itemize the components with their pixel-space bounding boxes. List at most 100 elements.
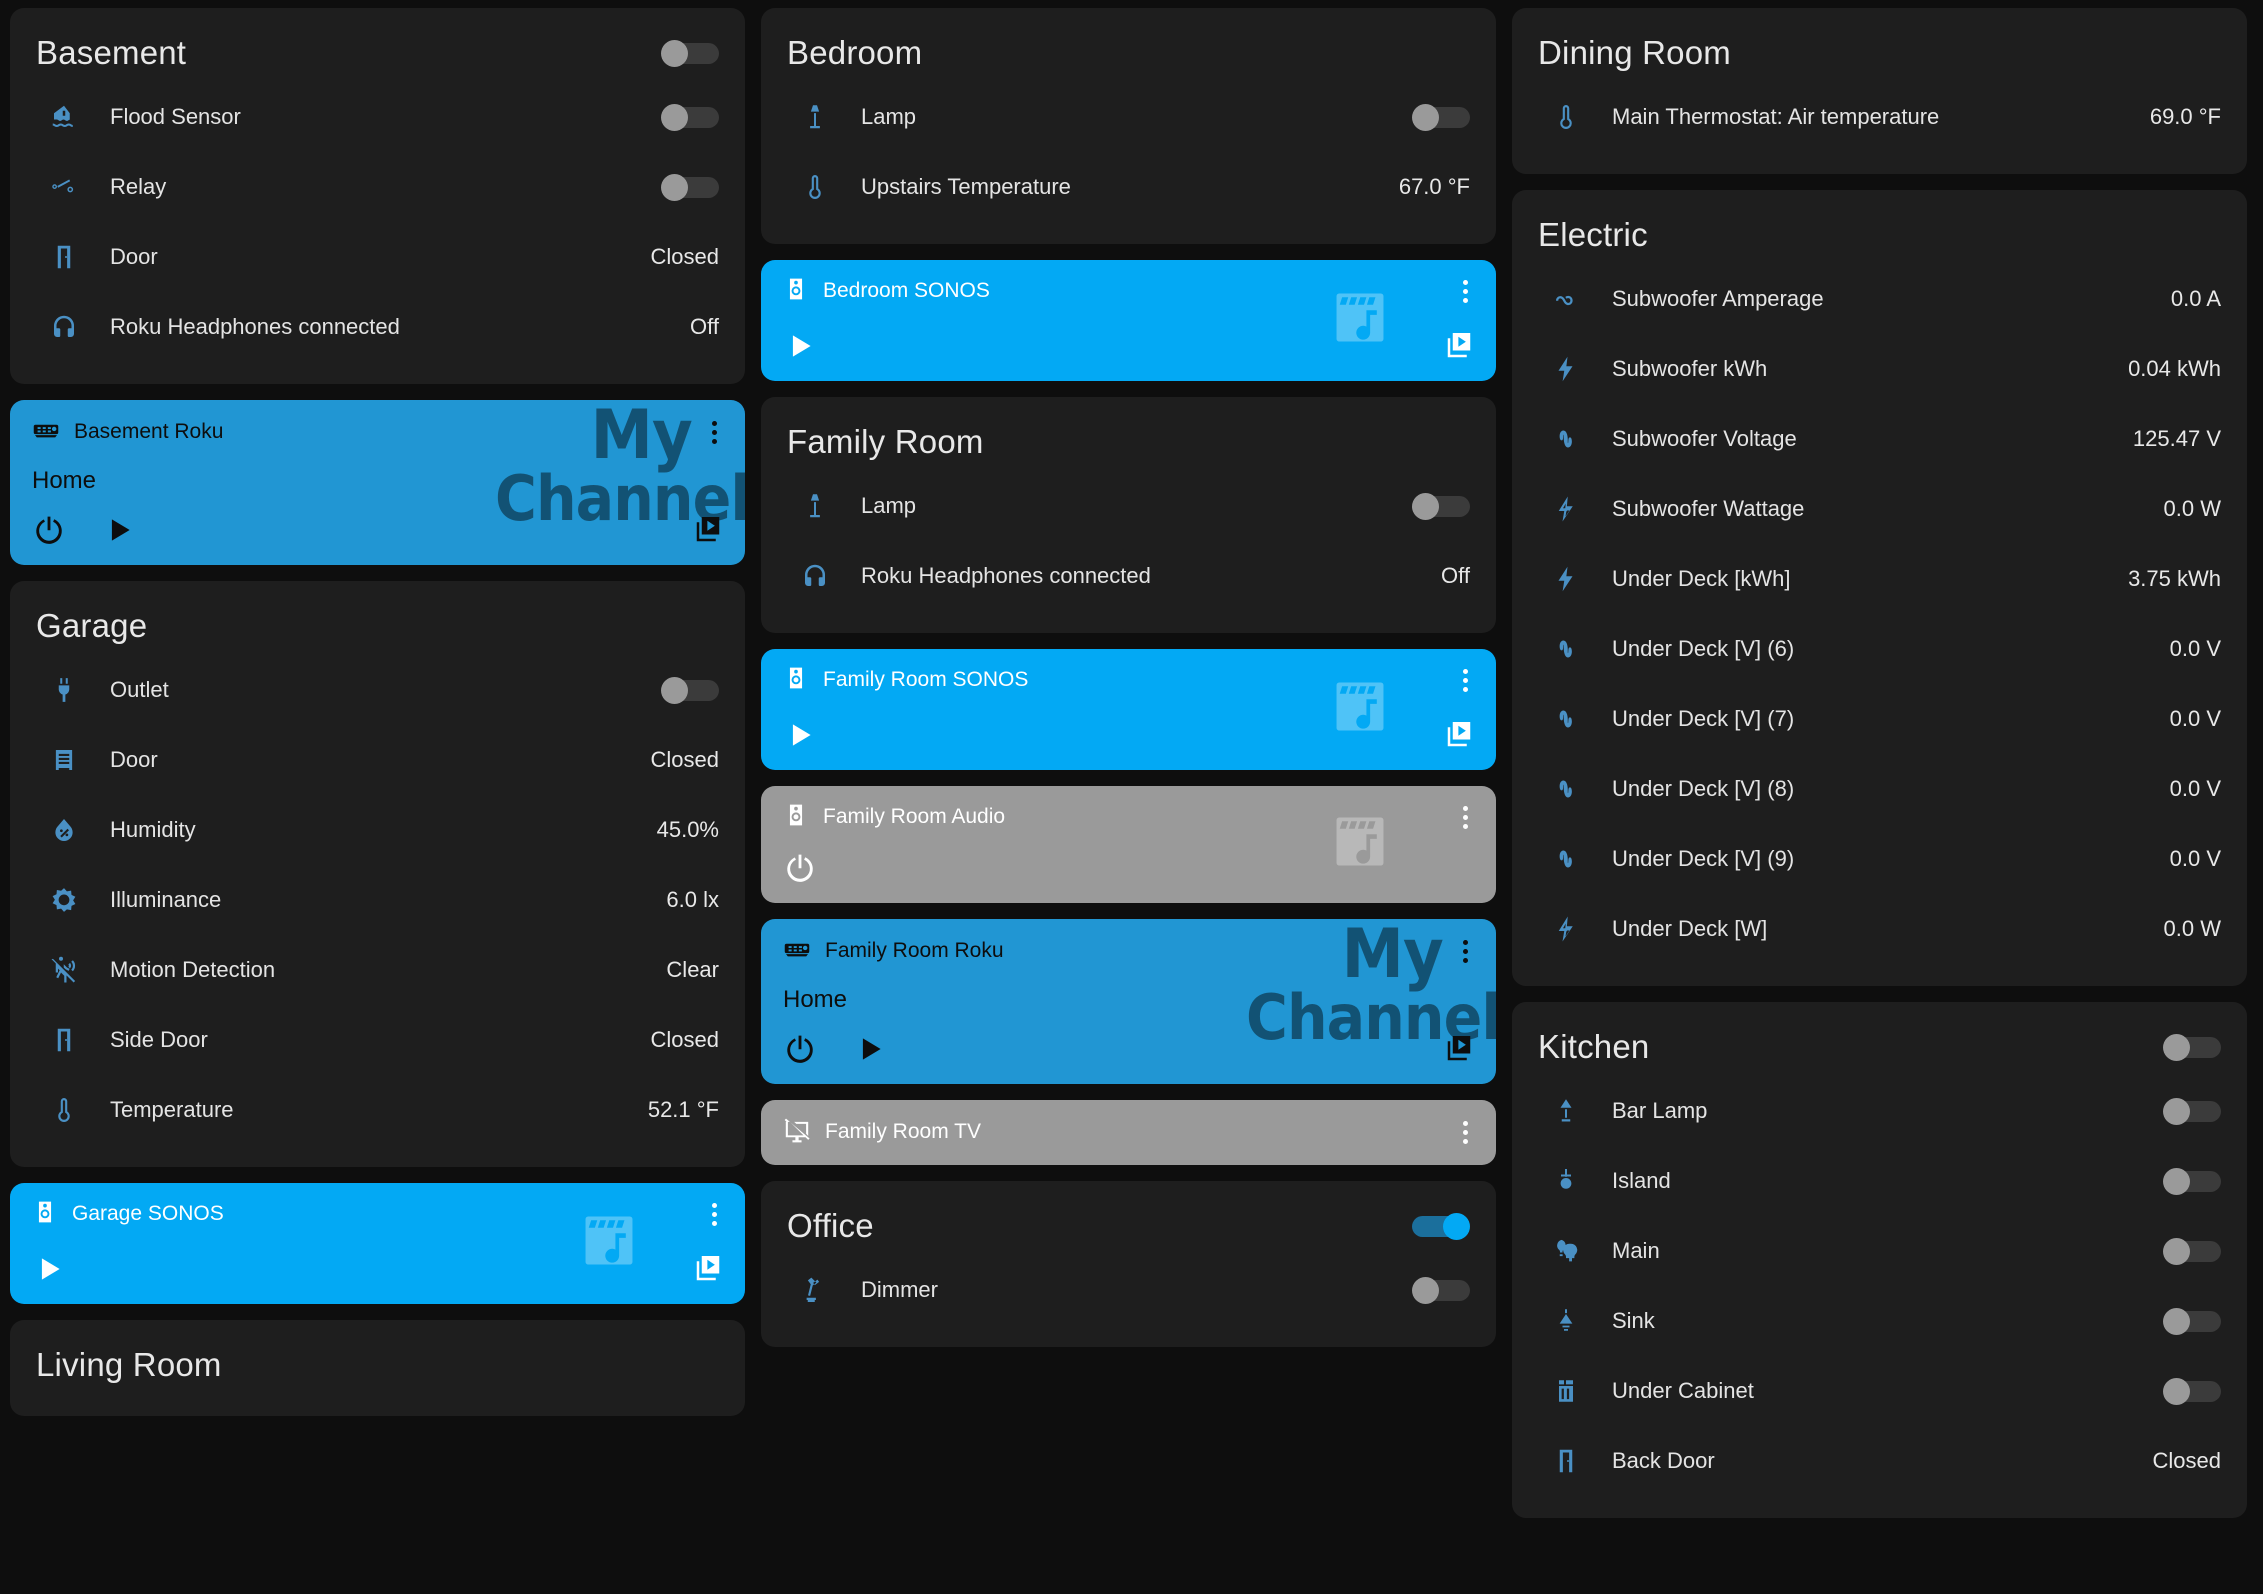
row-value: 0.04 kWh: [2128, 355, 2221, 381]
row-icon-slot: [1538, 844, 1594, 874]
row-toggle[interactable]: [2163, 1377, 2221, 1405]
entity-row[interactable]: Under Cabinet: [1538, 1356, 2221, 1426]
card-header-toggle[interactable]: [661, 39, 719, 67]
entity-row[interactable]: Motion Detection Clear: [36, 935, 719, 1005]
entity-row[interactable]: Under Deck [W] 0.0 W: [1538, 894, 2221, 964]
play-button[interactable]: [783, 718, 817, 752]
entity-row[interactable]: Back Door Closed: [1538, 1426, 2221, 1496]
entity-row[interactable]: Flood Sensor: [36, 82, 719, 152]
entity-row[interactable]: Sink: [1538, 1286, 2221, 1356]
browse-media-icon[interactable]: [1444, 1033, 1474, 1068]
entity-row[interactable]: Lamp: [787, 471, 1470, 541]
table-lamp-icon: [1551, 1096, 1581, 1126]
row-toggle[interactable]: [661, 173, 719, 201]
entity-row[interactable]: Under Deck [V] (7) 0.0 V: [1538, 684, 2221, 754]
play-button[interactable]: [102, 513, 136, 547]
media-player-card[interactable]: Garage SONOS: [10, 1182, 745, 1304]
more-options-icon[interactable]: [1457, 936, 1474, 967]
entity-row[interactable]: Subwoofer kWh 0.04 kWh: [1538, 334, 2221, 404]
entity-row[interactable]: Humidity 45.0%: [36, 795, 719, 865]
entity-row[interactable]: Subwoofer Voltage 125.47 V: [1538, 404, 2221, 474]
entity-row[interactable]: Bar Lamp: [1538, 1076, 2221, 1146]
sine-wave-icon: [1551, 774, 1581, 804]
row-label: Illuminance: [110, 886, 222, 912]
entity-row[interactable]: Main Thermostat: Air temperature 69.0 °F: [1538, 82, 2221, 152]
media-title: Family Room Roku: [825, 939, 1004, 963]
power-button[interactable]: [32, 513, 66, 547]
more-options-icon[interactable]: [706, 1199, 723, 1230]
media-player-card[interactable]: Bedroom SONOS: [761, 259, 1496, 381]
media-header: Family Room Audio: [783, 802, 1474, 833]
entity-row[interactable]: Under Deck [V] (8) 0.0 V: [1538, 754, 2221, 824]
row-label: Dimmer: [861, 1276, 938, 1302]
media-controls: [783, 718, 1474, 752]
row-value: 6.0 lx: [666, 886, 719, 912]
play-button[interactable]: [32, 1252, 66, 1286]
desk-lamp-icon: [800, 1275, 830, 1305]
more-options-icon[interactable]: [1457, 1117, 1474, 1148]
browse-media-icon[interactable]: [693, 514, 723, 549]
row-toggle[interactable]: [1412, 103, 1470, 131]
relay-switch-icon: [49, 172, 79, 202]
card-title: Office: [787, 1206, 874, 1244]
entity-row[interactable]: Subwoofer Wattage 0.0 W: [1538, 474, 2221, 544]
more-options-icon[interactable]: [1457, 802, 1474, 833]
row-toggle[interactable]: [1412, 1276, 1470, 1304]
card-header-toggle[interactable]: [2163, 1033, 2221, 1061]
entity-row[interactable]: Under Deck [kWh] 3.75 kWh: [1538, 544, 2221, 614]
entity-row[interactable]: Subwoofer Amperage 0.0 A: [1538, 264, 2221, 334]
pendant-light-icon: [1551, 1166, 1581, 1196]
row-toggle[interactable]: [661, 676, 719, 704]
entity-row[interactable]: Temperature 52.1 °F: [36, 1075, 719, 1145]
row-toggle[interactable]: [2163, 1237, 2221, 1265]
play-button[interactable]: [783, 329, 817, 363]
media-player-card[interactable]: My Channel Family Room Roku Home: [761, 918, 1496, 1084]
play-button[interactable]: [853, 1032, 887, 1066]
row-toggle[interactable]: [1412, 492, 1470, 520]
power-button[interactable]: [783, 1032, 817, 1066]
dashboard-board: Basement Flood Sensor Relay Door Closed Roku …: [0, 0, 2263, 1594]
more-options-icon[interactable]: [1457, 665, 1474, 696]
entity-row[interactable]: Under Deck [V] (6) 0.0 V: [1538, 614, 2221, 684]
row-toggle[interactable]: [661, 103, 719, 131]
card-title: Garage: [36, 606, 148, 644]
card-title: Electric: [1538, 215, 1648, 253]
media-player-card[interactable]: My Channel Basement Roku Home: [10, 399, 745, 565]
entity-row[interactable]: Main: [1538, 1216, 2221, 1286]
more-options-icon[interactable]: [1457, 276, 1474, 307]
row-label: Roku Headphones connected: [861, 562, 1151, 588]
row-icon-slot: [787, 102, 843, 132]
browse-media-icon[interactable]: [693, 1253, 723, 1288]
entity-row[interactable]: Illuminance 6.0 lx: [36, 865, 719, 935]
entity-row[interactable]: Outlet: [36, 655, 719, 725]
browse-media-icon[interactable]: [1444, 719, 1474, 754]
card-header-toggle[interactable]: [1412, 1212, 1470, 1240]
row-toggle[interactable]: [2163, 1167, 2221, 1195]
entity-row[interactable]: Relay: [36, 152, 719, 222]
entity-row[interactable]: Lamp: [787, 82, 1470, 152]
entity-row[interactable]: Side Door Closed: [36, 1005, 719, 1075]
entity-row[interactable]: Dimmer: [787, 1255, 1470, 1325]
row-toggle[interactable]: [2163, 1097, 2221, 1125]
browse-media-icon[interactable]: [1444, 330, 1474, 365]
entity-row[interactable]: Door Closed: [36, 725, 719, 795]
entity-row[interactable]: Roku Headphones connected Off: [36, 292, 719, 362]
media-player-card[interactable]: Family Room SONOS: [761, 648, 1496, 770]
entity-row[interactable]: Door Closed: [36, 222, 719, 292]
media-player-card[interactable]: Family Room TV: [761, 1099, 1496, 1165]
row-icon-slot: [36, 102, 92, 132]
row-toggle[interactable]: [2163, 1307, 2221, 1335]
card-title: Living Room: [36, 1345, 222, 1383]
row-value: 69.0 °F: [2149, 103, 2221, 129]
sine-wave-icon: [1551, 704, 1581, 734]
card-header: Bedroom: [787, 26, 1470, 82]
row-label: Subwoofer Amperage: [1612, 285, 1824, 311]
entity-row[interactable]: Upstairs Temperature 67.0 °F: [787, 152, 1470, 222]
entity-row[interactable]: Island: [1538, 1146, 2221, 1216]
entity-row[interactable]: Under Deck [V] (9) 0.0 V: [1538, 824, 2221, 894]
entity-row[interactable]: Roku Headphones connected Off: [787, 541, 1470, 611]
power-button[interactable]: [783, 851, 817, 885]
more-options-icon[interactable]: [706, 417, 723, 448]
media-player-card[interactable]: Family Room Audio: [761, 785, 1496, 903]
toggle-knob: [2163, 1237, 2190, 1265]
